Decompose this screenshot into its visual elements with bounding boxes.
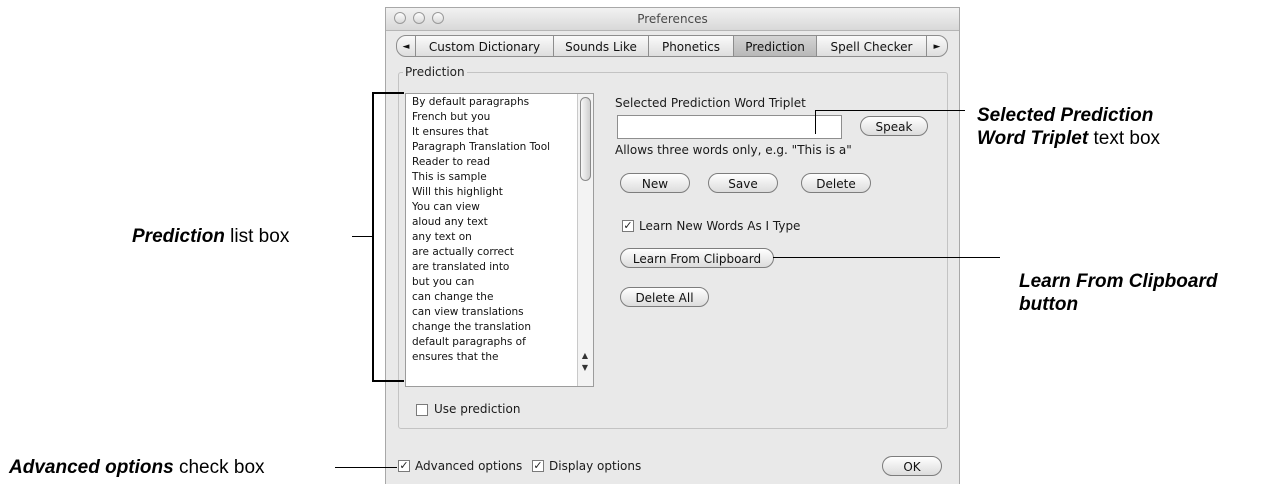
prediction-list-callout: Prediction list box — [132, 225, 289, 248]
prediction-group-label: Prediction — [403, 65, 467, 79]
list-item[interactable]: but you can — [412, 275, 474, 290]
triplet-callout: Selected Prediction Word Triplet text box — [977, 104, 1160, 150]
list-item[interactable]: default paragraphs of — [412, 335, 526, 350]
list-item[interactable]: are actually correct — [412, 245, 514, 260]
tab-prediction[interactable]: Prediction — [733, 35, 817, 57]
prediction-list-box[interactable]: By default paragraphs French but you It … — [405, 93, 594, 387]
title-bar: Preferences — [386, 8, 959, 31]
list-bracket-top — [372, 92, 404, 94]
speak-button[interactable]: Speak — [860, 116, 928, 136]
advanced-options-checkbox[interactable]: ✓ — [398, 460, 410, 472]
list-item[interactable]: change the translation — [412, 320, 531, 335]
triplet-callout-hline — [815, 110, 965, 111]
list-item[interactable]: By default paragraphs — [412, 95, 529, 110]
list-bracket-bottom — [372, 380, 404, 382]
triplet-text-box[interactable] — [617, 115, 842, 139]
advanced-callout: Advanced options check box — [9, 456, 265, 479]
list-item[interactable]: It ensures that — [412, 125, 488, 140]
callout-bold: Advanced options — [9, 457, 174, 478]
window-title: Preferences — [637, 12, 708, 26]
callout-bold: Selected Prediction — [977, 105, 1154, 126]
callout-line2: button — [1019, 294, 1079, 315]
triplet-label: Selected Prediction Word Triplet — [615, 96, 806, 110]
display-options-label: Display options — [549, 459, 642, 473]
scroll-down-arrow-icon[interactable]: ▼ — [579, 362, 591, 374]
list-item[interactable]: Paragraph Translation Tool — [412, 140, 550, 155]
scroll-thumb[interactable] — [580, 97, 591, 181]
clipboard-callout: Learn From Clipboard button — [1019, 270, 1217, 316]
list-item[interactable]: are translated into — [412, 260, 509, 275]
tab-scroll-right-icon[interactable]: ► — [926, 35, 948, 57]
list-item[interactable]: can view translations — [412, 305, 524, 320]
learn-new-words-label: Learn New Words As I Type — [639, 219, 801, 233]
use-prediction-label: Use prediction — [434, 402, 521, 416]
list-item[interactable]: ensures that the — [412, 350, 499, 365]
callout-rest: text box — [1088, 128, 1161, 149]
triplet-callout-vline — [815, 110, 816, 134]
scroll-up-arrow-icon[interactable]: ▲ — [579, 350, 591, 362]
advanced-options-label: Advanced options — [415, 459, 523, 473]
advanced-callout-line — [335, 467, 397, 468]
delete-button[interactable]: Delete — [801, 173, 871, 193]
display-options-checkbox[interactable]: ✓ — [532, 460, 544, 472]
list-item[interactable]: This is sample — [412, 170, 487, 185]
new-button[interactable]: New — [620, 173, 690, 193]
learn-from-clipboard-button[interactable]: Learn From Clipboard — [620, 248, 774, 268]
callout-rest: check box — [173, 457, 265, 478]
list-item[interactable]: Reader to read — [412, 155, 490, 170]
use-prediction-checkbox[interactable] — [416, 404, 428, 416]
list-item[interactable]: aloud any text — [412, 215, 488, 230]
tab-spell-checker[interactable]: Spell Checker — [816, 35, 927, 57]
ok-button[interactable]: OK — [882, 456, 942, 476]
learn-new-words-checkbox[interactable]: ✓ — [622, 220, 634, 232]
list-item[interactable]: French but you — [412, 110, 490, 125]
list-item[interactable]: You can view — [412, 200, 480, 215]
tab-phonetics[interactable]: Phonetics — [648, 35, 734, 57]
clipboard-callout-line — [773, 257, 1000, 258]
tab-bar: ◄ Custom Dictionary Sounds Like Phonetic… — [396, 35, 950, 59]
list-item[interactable]: can change the — [412, 290, 493, 305]
callout-rest: list box — [224, 226, 290, 247]
callout-bold: Prediction — [132, 226, 225, 247]
list-item[interactable]: Will this highlight — [412, 185, 503, 200]
save-button[interactable]: Save — [708, 173, 778, 193]
triplet-hint: Allows three words only, e.g. "This is a… — [615, 143, 852, 157]
list-item[interactable]: any text on — [412, 230, 472, 245]
list-scrollbar[interactable]: ▲ ▼ — [577, 94, 593, 386]
callout-line1: Learn From Clipboard — [1019, 271, 1218, 292]
tab-sounds-like[interactable]: Sounds Like — [553, 35, 649, 57]
preferences-window: Preferences ◄ Custom Dictionary Sounds L… — [385, 7, 960, 484]
list-bracket-line — [372, 92, 374, 382]
callout-bold: Word Triplet — [977, 128, 1089, 149]
tab-scroll-left-icon[interactable]: ◄ — [396, 35, 416, 57]
list-callout-line — [352, 236, 372, 237]
delete-all-button[interactable]: Delete All — [620, 287, 709, 307]
tab-custom-dictionary[interactable]: Custom Dictionary — [415, 35, 554, 57]
